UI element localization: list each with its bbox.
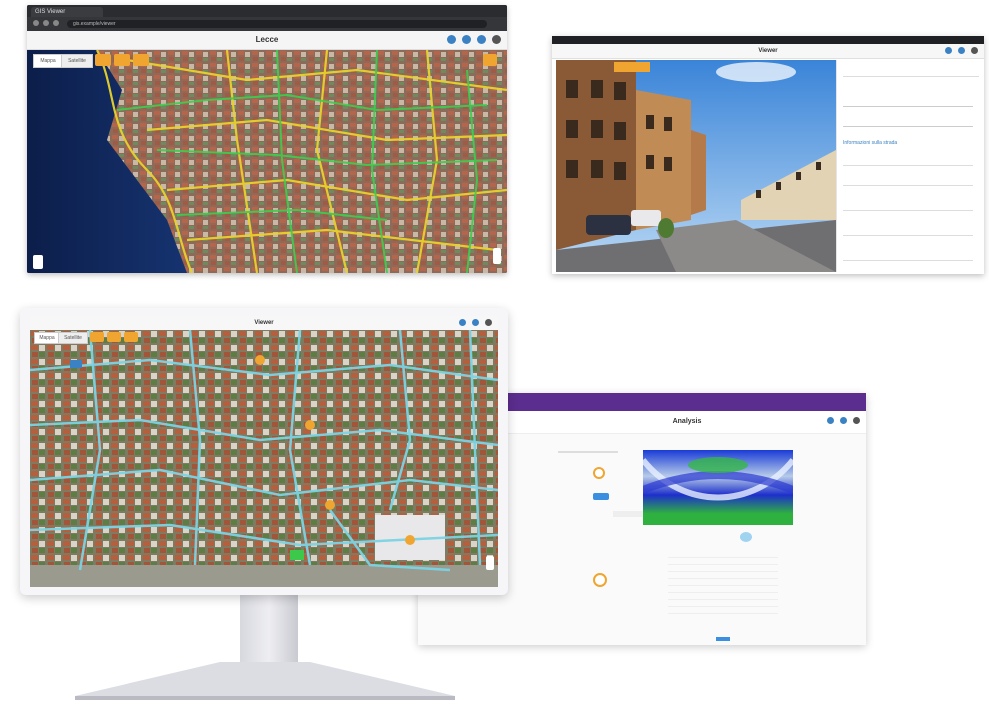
field-7[interactable] bbox=[843, 250, 973, 261]
radargram-plot bbox=[640, 450, 796, 525]
app-header: Lecce bbox=[27, 31, 507, 50]
info-row bbox=[668, 588, 778, 593]
street-view-image[interactable] bbox=[556, 60, 836, 272]
field-5[interactable] bbox=[843, 200, 973, 211]
info-row bbox=[668, 602, 778, 607]
confirm-button[interactable] bbox=[716, 637, 730, 641]
tool-button-1[interactable] bbox=[95, 54, 111, 66]
info-row bbox=[668, 553, 778, 558]
page-title: Lecce bbox=[255, 35, 279, 44]
menu-icon[interactable] bbox=[492, 35, 501, 44]
info-row bbox=[668, 595, 778, 600]
monitor-stand-base bbox=[75, 662, 455, 700]
search-icon[interactable] bbox=[945, 47, 952, 54]
map-toggle-map[interactable]: Mappa bbox=[34, 332, 60, 344]
url-field[interactable]: gis.example/viewer bbox=[67, 20, 487, 28]
monitor-screen: Viewer Mappa Satellite bbox=[30, 316, 498, 587]
menu-icon[interactable] bbox=[853, 417, 860, 424]
app-header: Viewer bbox=[30, 316, 498, 331]
field-4[interactable] bbox=[843, 175, 973, 186]
action-button[interactable] bbox=[593, 493, 609, 500]
section-title: Informazioni sulla strada bbox=[843, 140, 898, 146]
tool-button-2[interactable] bbox=[107, 332, 121, 342]
field-3[interactable] bbox=[843, 155, 973, 166]
tool-button-3[interactable] bbox=[124, 332, 138, 342]
streetview-toolbar[interactable] bbox=[614, 62, 650, 72]
field-1[interactable] bbox=[843, 100, 973, 107]
zoom-control[interactable] bbox=[33, 255, 43, 269]
play-icon[interactable] bbox=[740, 532, 752, 542]
tool-button-3[interactable] bbox=[133, 54, 149, 66]
tab-strip: GIS Viewer bbox=[27, 5, 507, 17]
page-title: Viewer bbox=[758, 48, 778, 54]
window-bar bbox=[552, 36, 984, 44]
compass-icon[interactable] bbox=[493, 248, 501, 264]
map-toggle-satellite[interactable]: Satellite bbox=[61, 54, 93, 68]
info-row bbox=[668, 609, 778, 614]
input-field[interactable] bbox=[613, 511, 643, 517]
search-icon[interactable] bbox=[459, 319, 466, 326]
back-icon[interactable] bbox=[33, 20, 39, 26]
zoom-icon[interactable] bbox=[462, 35, 471, 44]
settings-icon[interactable] bbox=[840, 417, 847, 424]
info-row bbox=[668, 574, 778, 579]
layers-icon[interactable] bbox=[958, 47, 965, 54]
tool-button-2[interactable] bbox=[114, 54, 130, 66]
address-bar: gis.example/viewer bbox=[27, 17, 507, 31]
radargram-image bbox=[640, 450, 796, 525]
field-6[interactable] bbox=[843, 225, 973, 236]
satellite-map[interactable] bbox=[27, 50, 507, 273]
layers-icon[interactable] bbox=[477, 35, 486, 44]
map-view[interactable]: Mappa Satellite bbox=[30, 330, 498, 587]
field-2[interactable] bbox=[843, 120, 973, 127]
map-view[interactable]: Mappa Satellite bbox=[27, 50, 507, 273]
tool-button-1[interactable] bbox=[90, 332, 104, 342]
street-photo[interactable] bbox=[556, 60, 836, 272]
page-title: Viewer bbox=[254, 320, 274, 326]
search-icon[interactable] bbox=[447, 35, 456, 44]
reload-icon[interactable] bbox=[53, 20, 59, 26]
info-row bbox=[668, 581, 778, 586]
page-title: Analysis bbox=[672, 418, 702, 425]
layers-icon[interactable] bbox=[472, 319, 479, 326]
browser-tab[interactable]: GIS Viewer bbox=[31, 7, 103, 17]
marker-icon[interactable] bbox=[593, 573, 607, 587]
layers-icon[interactable] bbox=[827, 417, 834, 424]
marker-icon[interactable] bbox=[593, 467, 605, 479]
satellite-map[interactable] bbox=[30, 330, 498, 587]
app-header: Viewer bbox=[552, 44, 984, 59]
map-toggle-satellite[interactable]: Satellite bbox=[58, 332, 88, 344]
streetview-window: Viewer Informazioni sulla strada bbox=[552, 36, 984, 274]
info-row bbox=[668, 560, 778, 565]
fullscreen-button[interactable] bbox=[483, 54, 497, 66]
menu-icon[interactable] bbox=[485, 319, 492, 326]
forward-icon[interactable] bbox=[43, 20, 49, 26]
browser-window: GIS Viewer gis.example/viewer Lecce Mapp… bbox=[27, 5, 507, 273]
map-toggle-map[interactable]: Mappa bbox=[33, 54, 63, 68]
compass-icon[interactable] bbox=[486, 556, 494, 570]
info-row bbox=[668, 567, 778, 572]
info-panel: Informazioni sulla strada bbox=[836, 60, 984, 272]
menu-icon[interactable] bbox=[971, 47, 978, 54]
monitor-stand-neck bbox=[240, 595, 298, 665]
info-table bbox=[668, 553, 778, 616]
monitor: Viewer Mappa Satellite bbox=[20, 308, 508, 595]
